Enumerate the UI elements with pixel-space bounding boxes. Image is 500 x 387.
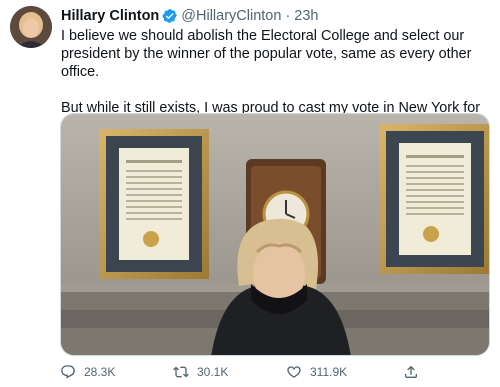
reply-button[interactable]: 28.3K (60, 364, 115, 380)
author-name[interactable]: Hillary Clinton (61, 8, 159, 24)
tweet-timestamp[interactable]: 23h (294, 8, 318, 24)
author-handle[interactable]: @HillaryClinton (181, 8, 281, 24)
reply-count: 28.3K (84, 365, 116, 379)
photo-illustration (61, 114, 489, 355)
heart-icon (287, 366, 301, 378)
retweet-count: 30.1K (197, 365, 229, 379)
reply-icon (61, 365, 75, 379)
tweet-actions: 28.3K 30.1K 311.9K (58, 364, 438, 384)
retweet-button[interactable]: 30.1K (173, 364, 228, 380)
tweet-paragraph: I believe we should abolish the Electora… (61, 28, 472, 80)
share-button[interactable] (403, 364, 427, 380)
verified-badge-icon (162, 9, 178, 23)
like-button[interactable]: 311.9K (286, 364, 347, 380)
like-count: 311.9K (310, 365, 348, 379)
avatar-photo (10, 6, 52, 48)
tweet-header: Hillary Clinton @HillaryClinton · 23h (61, 6, 318, 26)
avatar[interactable] (10, 6, 52, 48)
retweet-icon (173, 366, 189, 378)
tweet-photo[interactable] (60, 113, 490, 356)
header-separator: · (285, 8, 291, 24)
share-icon (405, 365, 417, 378)
